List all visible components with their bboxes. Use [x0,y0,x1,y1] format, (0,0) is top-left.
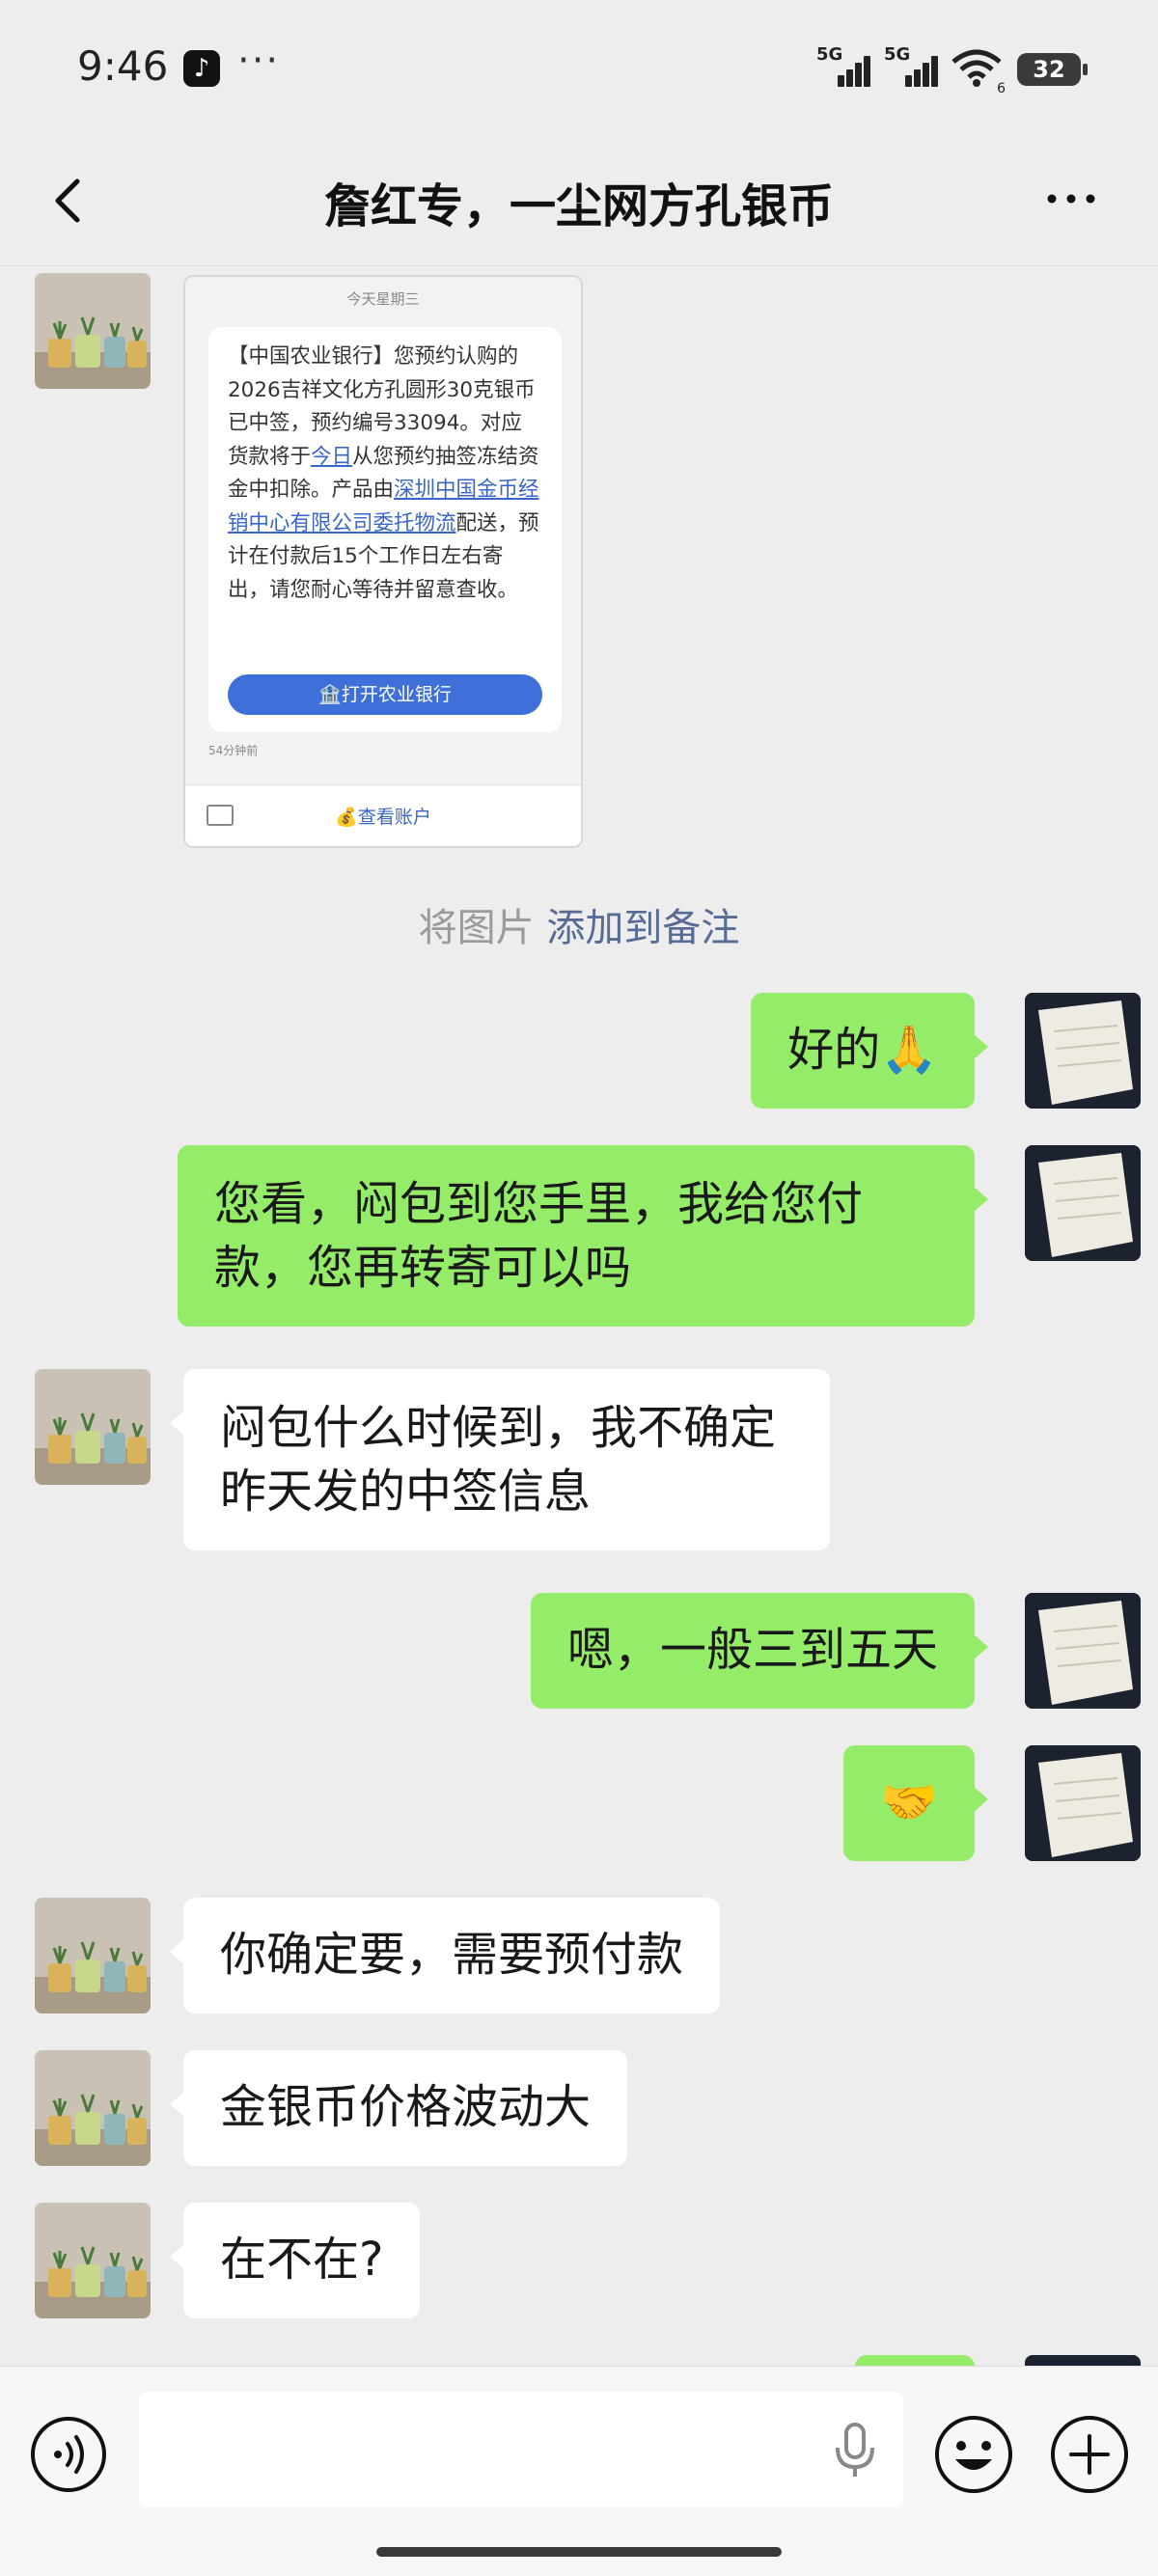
sms-date-header: 今天星期三 [346,290,420,308]
incoming-message[interactable]: 你确定要，需要预付款 [169,1898,721,2014]
voice-toggle-icon[interactable] [29,2415,108,2494]
contact-avatar[interactable] [35,1369,151,1485]
input-bar [0,2366,1158,2576]
my-avatar[interactable] [1025,2355,1141,2366]
incoming-message[interactable]: 闷包什么时候到，我不确定昨天发的中签信息 [170,1369,830,1550]
incoming-message[interactable]: 在不在? [169,2203,421,2318]
signal-label: 5G [816,44,843,65]
status-indicators: 5G 5G 6 32 [816,44,1088,96]
sms-footer: 💰查看账户 [185,784,581,846]
more-dots-icon[interactable] [1042,170,1100,228]
outgoing-message-partial[interactable] [855,2355,975,2366]
contact-avatar[interactable] [35,2203,151,2318]
outgoing-message[interactable]: 您看，闷包到您手里，我给您付款，您再转寄可以吗 [178,1145,988,1327]
sms-link: 今日 [311,444,353,469]
signal-label: 5G [884,44,911,65]
chat-header: 詹红专，一尘网方孔银币 [0,135,1158,266]
emoji-icon[interactable] [932,2413,1015,2496]
my-avatar[interactable] [1025,1145,1141,1261]
sms-card: 【中国农业银行】您预约认购的2026吉祥文化方孔圆形30克银币已中签，预约编号3… [208,327,562,732]
wifi-badge: 6 [997,81,1006,96]
battery-icon: 32 [1017,53,1088,86]
status-time: 9:46 [77,42,169,90]
contact-avatar[interactable] [35,1898,151,2014]
back-chevron-icon[interactable] [42,172,100,230]
outgoing-message[interactable]: 嗯，一般三到五天 [530,1593,989,1709]
tiktok-icon: ♪ [183,50,220,87]
chat-title: 詹红专，一尘网方孔银币 [323,179,834,233]
incoming-message[interactable]: 金银币价格波动大 [169,2050,628,2166]
open-bank-button: 🏦打开农业银行 [228,674,542,715]
message-list[interactable]: 今天星期三 【中国农业银行】您预约认购的2026吉祥文化方孔圆形30克银币已中签… [0,267,1158,2366]
wifi-icon: 6 [951,48,1006,96]
sms-time-ago: 54分钟前 [208,744,259,757]
plus-icon[interactable] [1048,2413,1131,2496]
contact-avatar[interactable] [35,273,151,389]
add-to-remark-link[interactable]: 添加到备注 [546,906,739,950]
status-overflow: ··· [237,39,281,83]
battery-level: 32 [1033,56,1065,83]
microphone-icon[interactable] [826,2419,884,2480]
sms-screenshot-image[interactable]: 今天星期三 【中国农业银行】您预约认购的2026吉祥文化方孔圆形30克银币已中签… [183,275,583,848]
system-note-text: 将图片 [418,906,535,950]
contact-avatar[interactable] [35,2050,151,2166]
outgoing-message[interactable]: 🤝 [843,1745,988,1861]
view-account-button: 💰查看账户 [335,807,431,828]
system-note: 将图片 添加到备注 [0,896,1158,952]
home-indicator[interactable] [376,2547,782,2557]
outgoing-message[interactable]: 好的🙏 [751,993,988,1109]
cell-signal-icon: 5G [816,44,872,91]
my-avatar[interactable] [1025,993,1141,1109]
cell-signal-icon: 5G [884,44,940,91]
my-avatar[interactable] [1025,1593,1141,1709]
message-input[interactable] [139,2392,903,2507]
status-bar: 9:46 ♪ ··· 5G 5G 6 32 [0,0,1158,135]
my-avatar[interactable] [1025,1745,1141,1861]
